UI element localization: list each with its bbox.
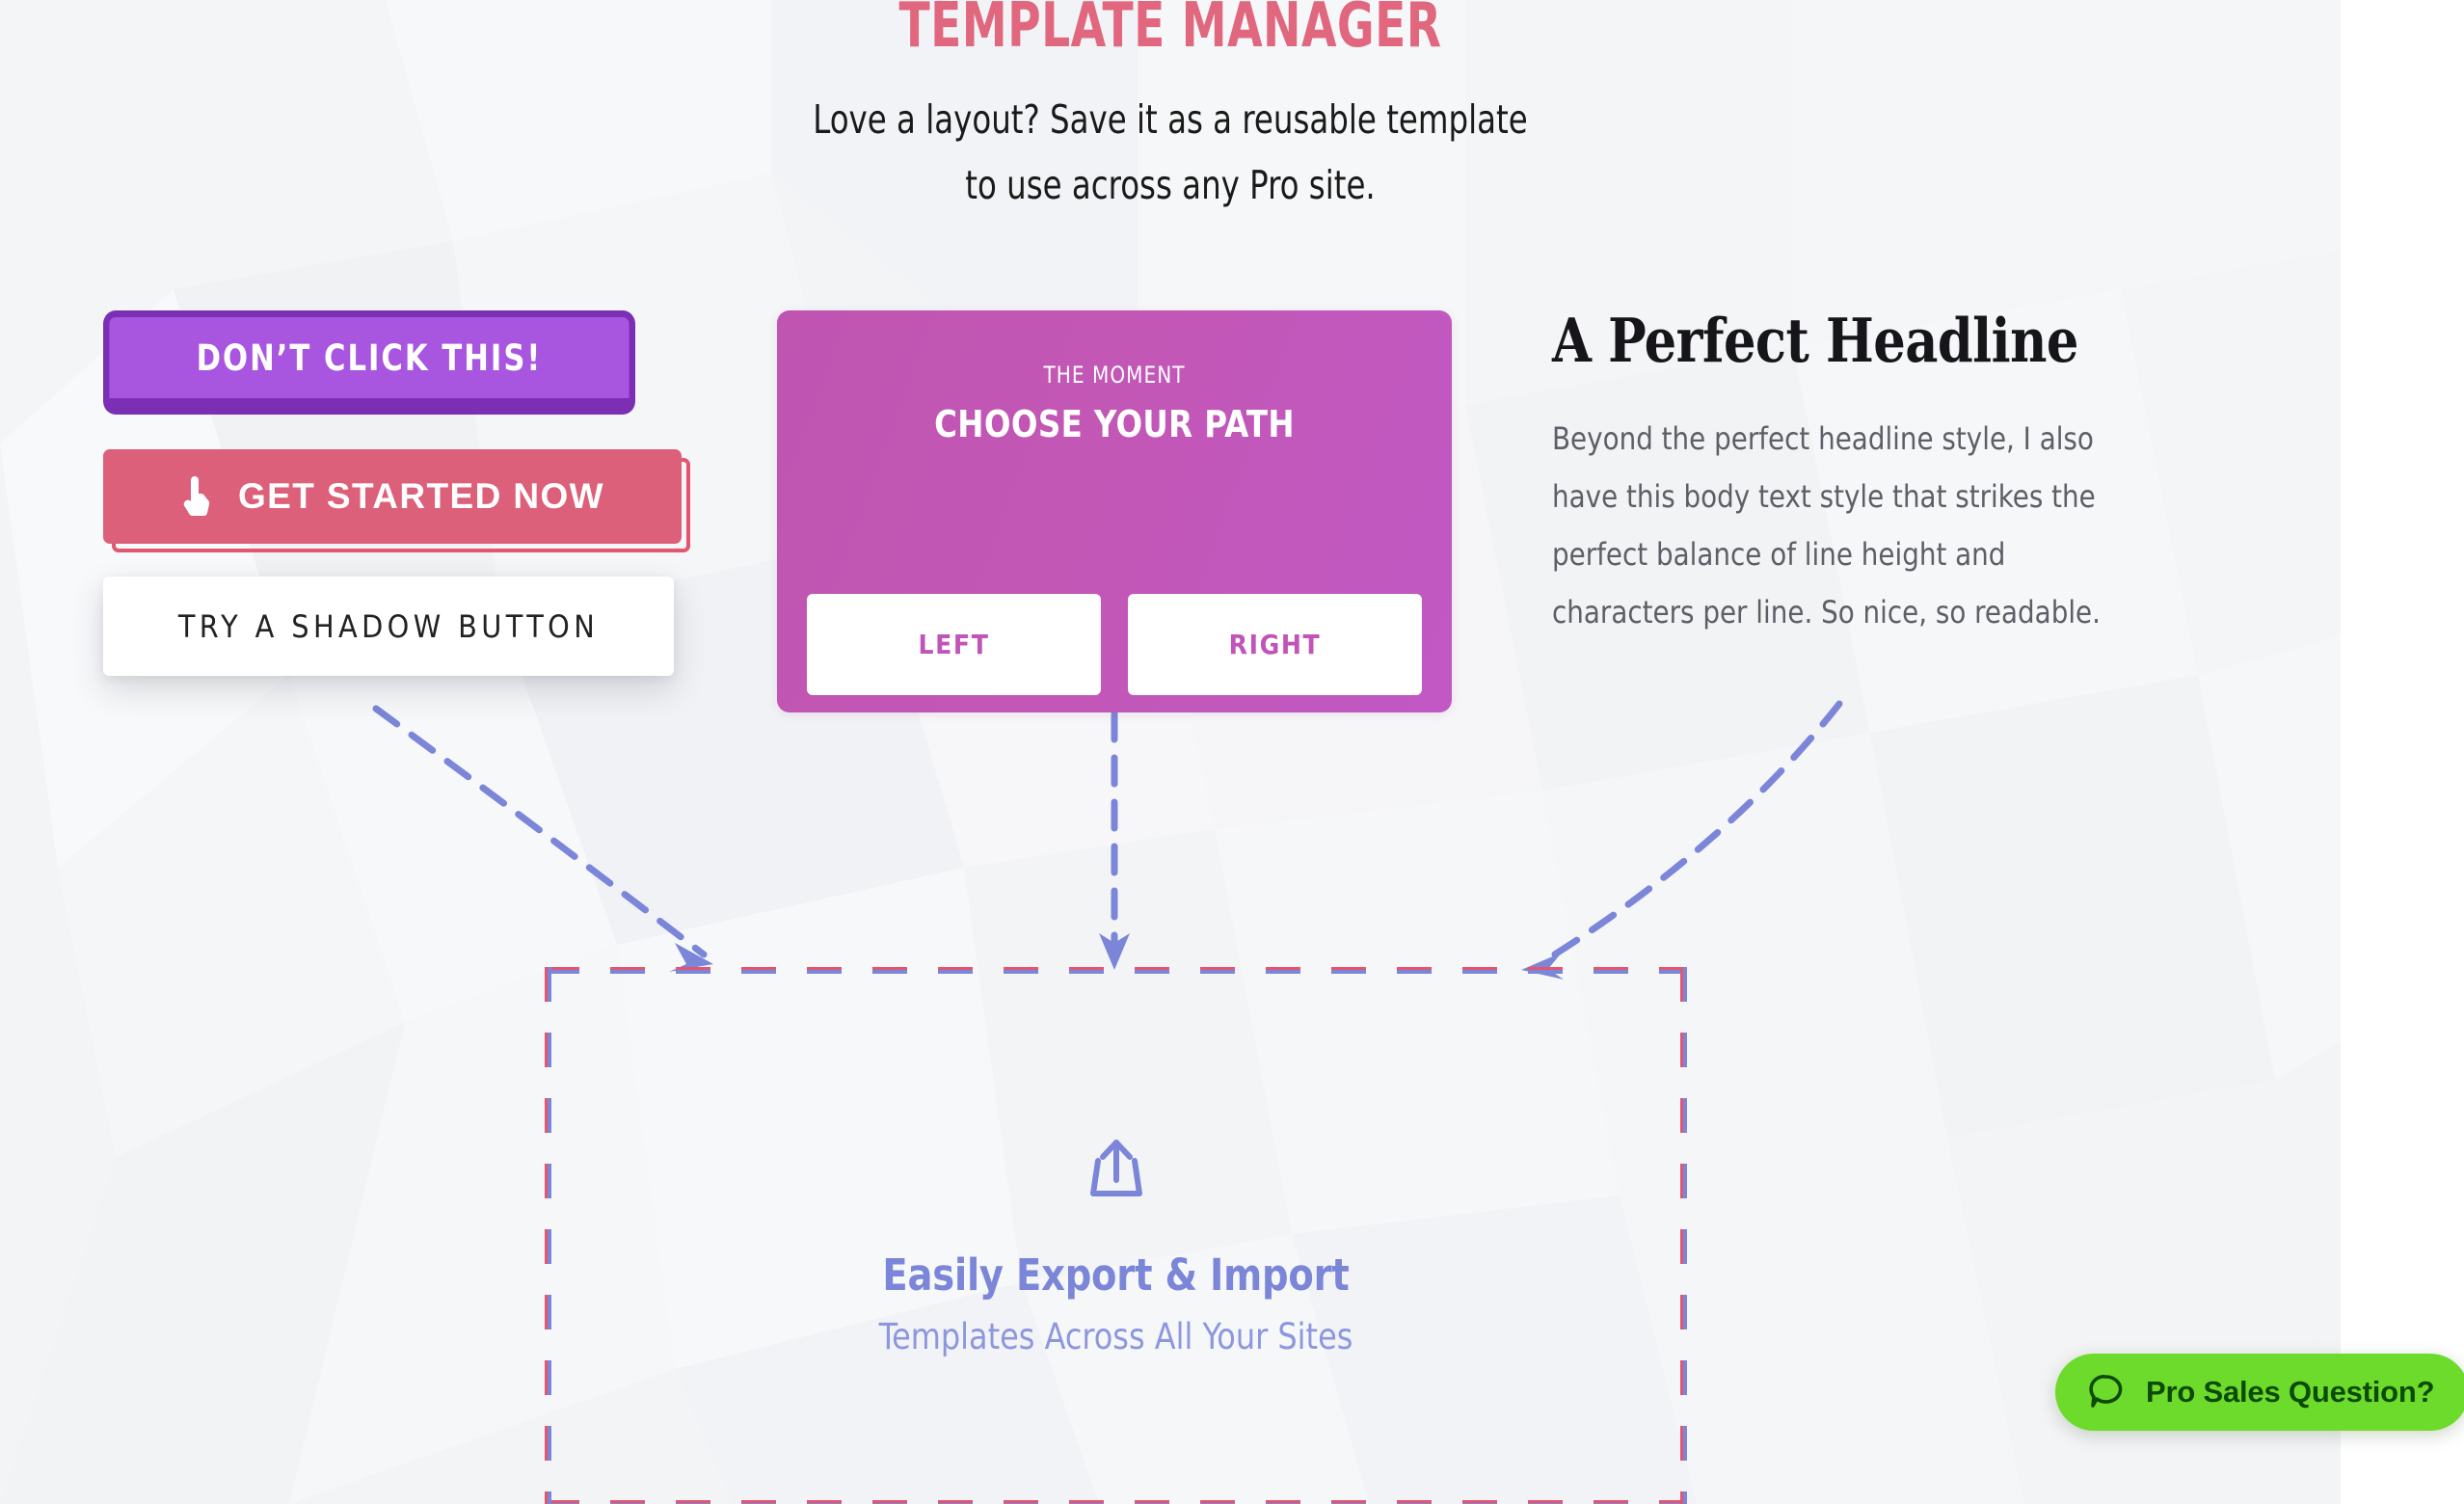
page-subtitle-line-2: to use across any Pro site. xyxy=(965,162,1376,208)
perfect-body-text: Beyond the perfect headline style, I als… xyxy=(1552,420,2101,631)
card-eyebrow: THE MOMENT xyxy=(1043,362,1186,389)
choice-left-button[interactable]: LEFT xyxy=(807,594,1101,695)
page-subtitle: Love a layout? Save it as a reusable tem… xyxy=(141,87,2201,218)
dropzone-content: Easily Export & Import Templates Across … xyxy=(545,1138,1687,1357)
dropzone-border-bottom xyxy=(545,1500,1687,1504)
page-subtitle-line-1: Love a layout? Save it as a reusable tem… xyxy=(813,96,1528,143)
get-started-button-wrap: GET STARTED NOW xyxy=(103,449,690,552)
dropzone-title: Easily Export & Import xyxy=(882,1249,1350,1301)
get-started-button[interactable]: GET STARTED NOW xyxy=(103,449,682,544)
page-header: TEMPLATE MANAGER Love a layout? Save it … xyxy=(0,0,2341,218)
get-started-button-label: GET STARTED NOW xyxy=(237,476,604,516)
choice-right-button[interactable]: RIGHT xyxy=(1128,594,1422,695)
hand-pointing-up-icon xyxy=(183,476,210,517)
page-title: TEMPLATE MANAGER xyxy=(898,0,1442,62)
button-showcase-column: DON’T CLICK THIS! GET STARTED NOW TRY A … xyxy=(103,310,690,676)
chat-bubble-icon xyxy=(2089,1375,2123,1408)
dont-click-button[interactable]: DON’T CLICK THIS! xyxy=(103,310,635,415)
perfect-headline: A Perfect Headline xyxy=(1552,305,2078,376)
card-title: CHOOSE YOUR PATH xyxy=(934,403,1295,445)
chat-widget-button[interactable]: Pro Sales Question? xyxy=(2055,1354,2464,1431)
shadow-button[interactable]: TRY A SHADOW BUTTON xyxy=(103,577,674,676)
page-root: TEMPLATE MANAGER Love a layout? Save it … xyxy=(0,0,2464,1504)
typography-showcase-column: A Perfect Headline Beyond the perfect he… xyxy=(1552,307,2169,641)
content-area: TEMPLATE MANAGER Love a layout? Save it … xyxy=(0,0,2341,1504)
dropzone-subtitle: Templates Across All Your Sites xyxy=(878,1316,1353,1357)
chat-widget-label: Pro Sales Question? xyxy=(2146,1375,2435,1409)
upload-export-icon xyxy=(1089,1140,1142,1196)
dropzone-border-top xyxy=(545,967,1687,974)
choose-path-card: THE MOMENT CHOOSE YOUR PATH LEFT RIGHT xyxy=(777,310,1452,712)
card-choice-row: LEFT RIGHT xyxy=(807,594,1422,695)
